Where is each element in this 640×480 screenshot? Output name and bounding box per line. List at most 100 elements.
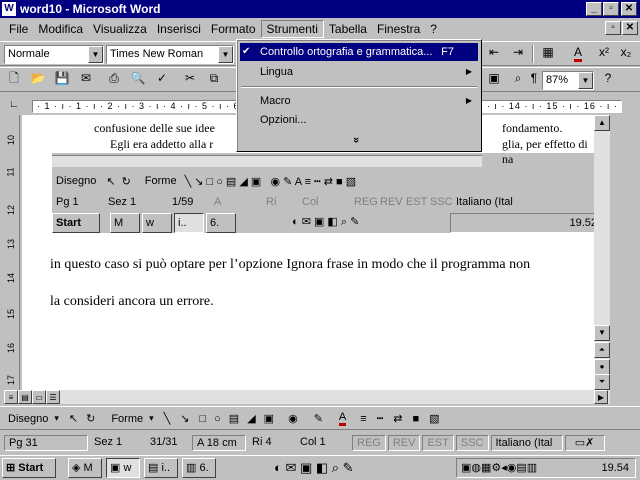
free-rotate-icon[interactable]: ↻	[86, 412, 95, 425]
arrow-icon[interactable]: ↘	[180, 412, 189, 425]
page-view-icon[interactable]: ▭	[32, 390, 46, 404]
menu-file[interactable]: File	[4, 21, 33, 37]
menu-item-macro[interactable]: Macro ▶	[240, 92, 478, 110]
menu-finestra[interactable]: Finestra	[372, 21, 425, 37]
new-document-icon[interactable]: 🗋	[4, 68, 24, 88]
increase-indent-icon[interactable]: ⇥	[508, 42, 528, 62]
start-label: Start	[18, 462, 44, 474]
menu-inserisci[interactable]: Inserisci	[152, 21, 206, 37]
doc-restore-button[interactable]: ▫	[605, 21, 621, 35]
browse-object-icon[interactable]: ●	[594, 359, 610, 375]
zoom-dropdown-icon[interactable]: ▼	[578, 72, 593, 89]
3d-icon[interactable]: ▧	[429, 412, 439, 425]
shadow-icon[interactable]: ■	[413, 413, 420, 425]
zoom-combo[interactable]: 87% ▼	[542, 71, 594, 90]
style-dropdown-icon[interactable]: ▼	[88, 46, 103, 63]
web-view-icon[interactable]: ▤	[18, 390, 32, 404]
doc-close-button[interactable]: ✕	[622, 21, 638, 35]
document-map-icon[interactable]: ▣	[484, 68, 504, 88]
menu-item-spelling[interactable]: ✔ Controllo ortografia e grammatica... F…	[240, 43, 478, 61]
show-formatting-icon[interactable]: ¶	[524, 68, 544, 88]
forme-dropdown-icon[interactable]: ▾	[149, 413, 154, 424]
style-combo[interactable]: Normale ▼	[4, 45, 104, 64]
forme-button[interactable]: Forme	[111, 413, 143, 425]
border-icon[interactable]: ▦	[538, 42, 558, 62]
document-text-line[interactable]: la consideri ancora un errore.	[50, 294, 214, 310]
spelling-status-icon[interactable]: ▭✗	[564, 435, 605, 451]
quick-launch-icons[interactable]: ◐ ✉ ▣ ◧ ⌕ ✎	[274, 460, 354, 476]
status-language[interactable]: Italiano (Ital	[490, 435, 563, 451]
fill-color-icon[interactable]: ◉	[288, 412, 298, 425]
font-dropdown-icon[interactable]: ▼	[218, 46, 233, 63]
tray-clock[interactable]: 19.54	[601, 462, 629, 474]
menu-item-opzioni[interactable]: Opzioni...	[240, 111, 478, 129]
textbox-icon[interactable]: ▤	[229, 412, 239, 425]
status-ssc[interactable]: SSC	[455, 435, 489, 451]
clipart-icon[interactable]: ▣	[264, 412, 274, 425]
scroll-up-icon[interactable]: ▲	[594, 115, 610, 131]
status-rev[interactable]: REV	[387, 435, 421, 451]
disegno-button[interactable]: Disegno	[8, 413, 48, 425]
decrease-indent-icon[interactable]: ⇤	[484, 42, 504, 62]
line-style-icon[interactable]: ≡	[360, 413, 366, 425]
open-folder-icon[interactable]: 📂	[28, 68, 48, 88]
save-icon[interactable]: 💾	[52, 68, 72, 88]
scroll-right-icon[interactable]: ▶	[594, 390, 608, 404]
document-page[interactable]: confusione delle sue idee fondamento. Eg…	[22, 115, 594, 390]
document-text-line[interactable]: in questo caso si può optare per l’opzio…	[50, 257, 530, 273]
arrow-style-icon[interactable]: ⇄	[393, 412, 402, 425]
select-objects-icon[interactable]: ↖	[69, 412, 78, 425]
line-color-icon[interactable]: ✎	[314, 412, 323, 425]
rectangle-icon[interactable]: □	[199, 413, 206, 425]
font-color-draw-icon[interactable]: A	[338, 411, 347, 426]
taskbar-app-other[interactable]: ▥ 6.	[182, 458, 216, 478]
disegno-dropdown-icon[interactable]: ▾	[54, 413, 59, 424]
menu-modifica[interactable]: Modifica	[33, 21, 88, 37]
menu-strumenti[interactable]: Strumenti	[260, 20, 324, 38]
inner-pointer-icon: ↖	[106, 175, 116, 188]
dash-style-icon[interactable]: ┅	[377, 412, 384, 425]
document-area[interactable]: confusione delle sue idee fondamento. Eg…	[22, 115, 594, 390]
line-icon[interactable]: ╲	[164, 412, 171, 425]
scroll-down-icon[interactable]: ▼	[594, 325, 610, 341]
close-button[interactable]: ✕	[621, 2, 637, 16]
previous-page-icon[interactable]: ⏶	[594, 342, 610, 358]
menu-expand-icon[interactable]: »	[347, 131, 365, 149]
email-icon[interactable]: ✉	[76, 68, 96, 88]
maximize-button[interactable]: ▫	[603, 2, 619, 16]
vertical-scrollbar[interactable]: ▲ ▼ ⏶ ● ⏷	[594, 115, 610, 390]
font-color-icon[interactable]: A	[568, 42, 588, 62]
taskbar-app-word[interactable]: ▣ w	[106, 458, 140, 478]
menu-help[interactable]: ?	[425, 21, 442, 37]
print-preview-icon[interactable]: 🔍	[128, 68, 148, 88]
menu-visualizza[interactable]: Visualizza	[88, 21, 152, 37]
font-combo[interactable]: Times New Roman ▼	[106, 45, 234, 64]
menu-formato[interactable]: Formato	[206, 21, 261, 37]
menu-tabella[interactable]: Tabella	[324, 21, 372, 37]
copy-icon[interactable]: ⧉	[204, 68, 224, 88]
taskbar-app-label: M	[83, 462, 93, 474]
superscript-icon[interactable]: x²	[594, 42, 614, 62]
tray-icons[interactable]: ▣◍▦⚙◂◉▤▥	[457, 459, 537, 477]
inner-status-col: Col	[302, 196, 319, 208]
normal-view-icon[interactable]: ≡	[4, 390, 18, 404]
spelling-icon[interactable]: ✓	[152, 68, 172, 88]
taskbar-app-paint[interactable]: ◈ M	[68, 458, 102, 478]
help-icon[interactable]: ?	[598, 68, 618, 88]
wordart-icon[interactable]: ◢	[247, 412, 255, 425]
status-est[interactable]: EST	[422, 435, 454, 451]
print-icon[interactable]: ⎙	[104, 68, 124, 88]
menu-item-lingua[interactable]: Lingua ▶	[240, 63, 478, 81]
tab-selector-icon[interactable]: ∟	[6, 97, 22, 113]
minimize-button[interactable]: _	[586, 2, 602, 16]
status-reg[interactable]: REG	[352, 435, 386, 451]
start-button[interactable]: ⊞ Start	[2, 458, 56, 478]
next-page-icon[interactable]: ⏷	[594, 374, 610, 390]
horizontal-scrollbar[interactable]	[60, 390, 610, 404]
outline-view-icon[interactable]: ☰	[46, 390, 60, 404]
oval-icon[interactable]: ○	[214, 413, 221, 425]
cut-icon[interactable]: ✂	[180, 68, 200, 88]
subscript-icon[interactable]: x₂	[616, 42, 636, 62]
word-app-icon[interactable]: W	[2, 2, 16, 16]
taskbar-app-explorer[interactable]: ▤ i..	[144, 458, 178, 478]
